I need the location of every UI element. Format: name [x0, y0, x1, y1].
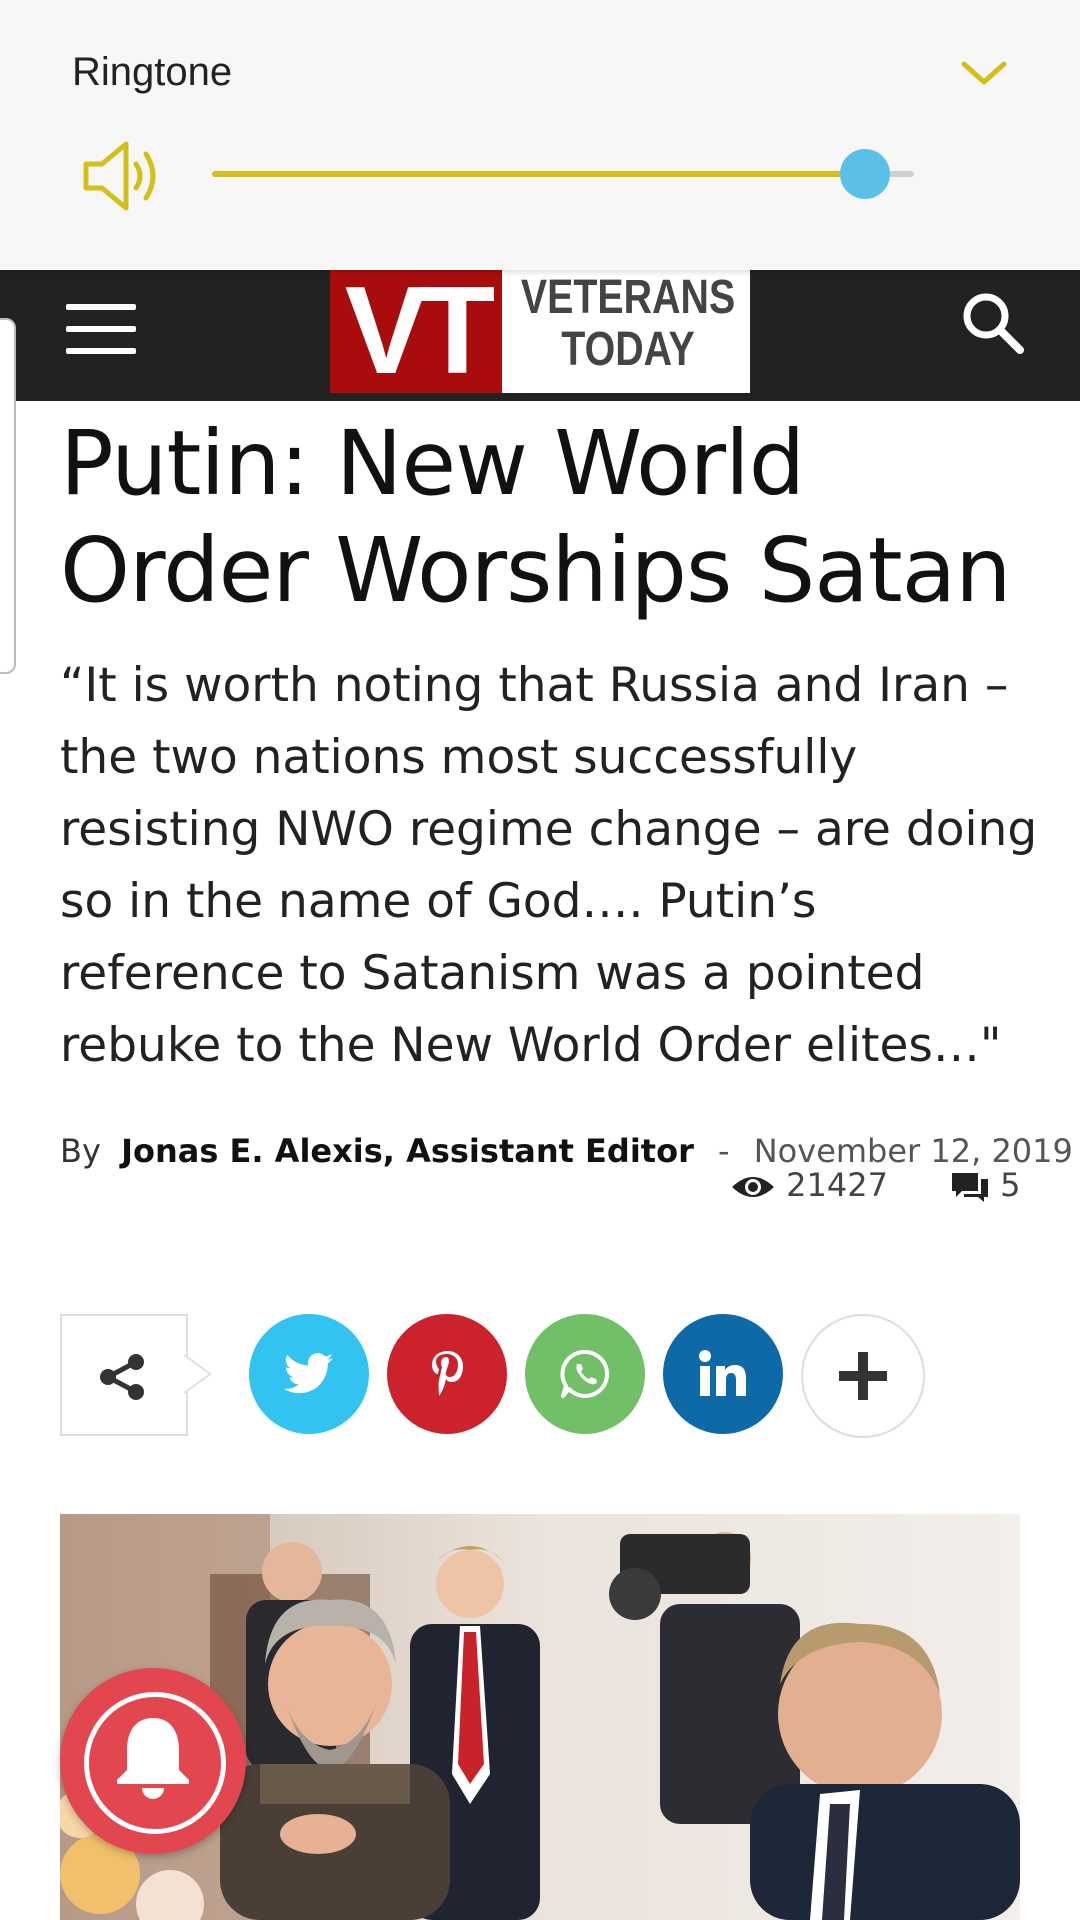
- linkedin-icon: [699, 1350, 746, 1396]
- byline-separator: -: [718, 1132, 730, 1170]
- volume-slider-thumb[interactable]: [839, 149, 890, 199]
- twitter-share-button[interactable]: [249, 1314, 369, 1434]
- pinterest-icon: [432, 1351, 463, 1396]
- whatsapp-share-button[interactable]: [525, 1314, 645, 1434]
- volume-slider-fill: [212, 171, 865, 177]
- byline: By Jonas E. Alexis, Assistant Editor - N…: [60, 1132, 1073, 1170]
- volume-stream-label: Ringtone: [72, 50, 233, 94]
- logo-mark: VT: [330, 270, 502, 393]
- chevron-down-icon[interactable]: [960, 58, 1008, 88]
- plus-icon: [839, 1352, 887, 1400]
- comments-icon: [952, 1173, 988, 1202]
- volume-slider[interactable]: [212, 149, 914, 199]
- author-link[interactable]: Jonas E. Alexis, Assistant Editor: [121, 1132, 694, 1170]
- twitter-icon: [284, 1353, 334, 1394]
- publish-date: November 12, 2019: [753, 1132, 1073, 1170]
- article-stats: 21427 5: [730, 1166, 1021, 1212]
- views-value: 21427: [786, 1166, 888, 1204]
- site-header: VT VETERANS TODAY: [0, 270, 1080, 401]
- search-icon[interactable]: [960, 290, 1026, 356]
- bell-icon: [117, 1718, 189, 1799]
- logo-line-1: VETERANS: [520, 271, 736, 324]
- site-logo[interactable]: VT VETERANS TODAY: [330, 270, 750, 393]
- comments-count[interactable]: 5: [950, 1166, 1021, 1204]
- side-drawer-handle[interactable]: [0, 318, 16, 674]
- volume-panel: Ringtone: [0, 0, 1080, 270]
- notification-bell-button[interactable]: [60, 1668, 246, 1854]
- linkedin-share-button[interactable]: [663, 1314, 783, 1434]
- more-share-button[interactable]: [801, 1314, 925, 1438]
- speaker-icon[interactable]: [82, 138, 162, 214]
- views-count: 21427: [730, 1166, 888, 1204]
- share-icon: [100, 1354, 144, 1400]
- whatsapp-icon: [560, 1349, 610, 1398]
- logo-line-2: TODAY: [561, 323, 695, 376]
- article-excerpt: “It is worth noting that Russia and Iran…: [60, 658, 1038, 1073]
- share-button[interactable]: [60, 1314, 188, 1436]
- logo-wordmark: VETERANS TODAY: [512, 272, 744, 376]
- byline-prefix: By: [60, 1132, 101, 1170]
- share-box-pointer-fill: [184, 1356, 209, 1392]
- article-title: Putin: New World Order Worships Satan: [60, 411, 1012, 622]
- eye-icon: [732, 1177, 774, 1197]
- comments-value: 5: [1000, 1166, 1021, 1204]
- menu-icon[interactable]: [66, 296, 138, 356]
- pinterest-share-button[interactable]: [387, 1314, 507, 1434]
